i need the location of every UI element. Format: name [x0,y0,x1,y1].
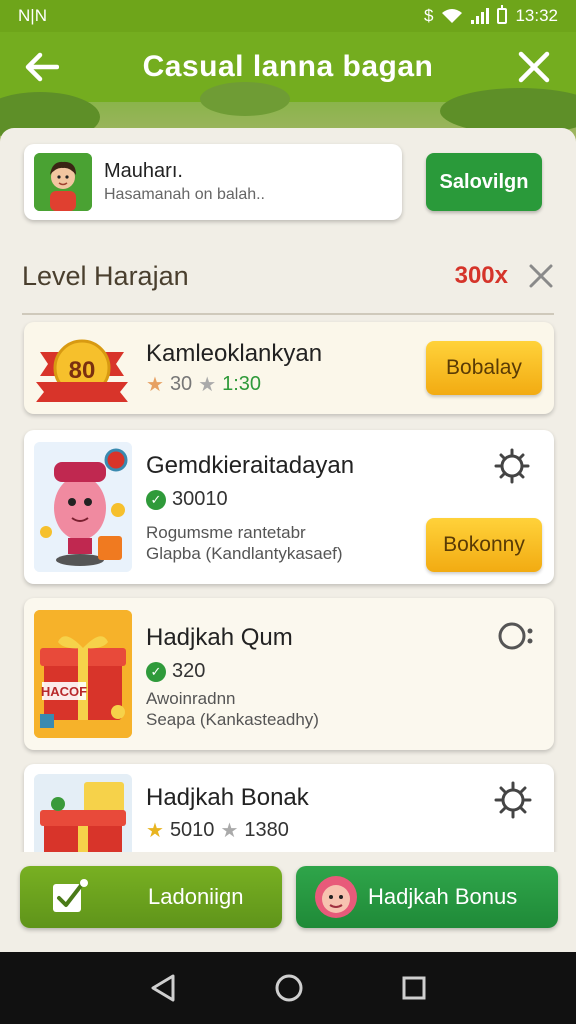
nav-back-icon[interactable] [149,973,177,1003]
section-title: Level Harajan [22,260,189,291]
check-circle-icon: ✓ [146,661,166,682]
level-action-button[interactable]: Bokonny [426,518,542,572]
star-icon: ★ [198,374,217,396]
main-panel: Mauharı. Hasamanah on balah.. Salovilgn … [0,128,576,952]
nav-home-icon[interactable] [274,973,304,1003]
status-bar: N|N $ 13:32 [0,0,576,32]
section-count: 300x [454,262,508,289]
arrow-left-icon [25,52,59,82]
star-icon: ★ [146,374,164,396]
divider [22,313,554,315]
level-card-2[interactable]: Gemdkieraitadayan ✓ 30010 Rogumsme rante… [24,430,554,584]
level-description: Rogumsme rantetabr Glapba (Kandlantykasa… [146,523,343,563]
close-icon[interactable] [528,263,554,289]
level-stats: ★ 5010 ★ 1380 [146,819,289,842]
battery-icon [497,5,508,24]
level-stats: ✓ 320 [146,660,205,683]
hadjkah-bonus-button[interactable]: Hadjkah Bonus [296,866,558,928]
level-stats: ★ 30 ★ 1:30 [146,373,262,396]
page-title: Casual lanna bagan [142,50,434,83]
star-icon: ★ [220,820,239,842]
close-button[interactable] [510,43,558,91]
level-title: Hadjkah Qum [146,624,293,651]
check-circle-icon: ✓ [146,489,166,510]
level-stats: ✓ 30010 [146,488,228,511]
gift-box-thumbnail: HACOF [34,610,132,738]
profile-card[interactable]: Mauharı. Hasamanah on balah.. [24,144,402,220]
svg-text:HACOF: HACOF [41,684,87,699]
level-badge-icon: 80 [36,330,128,406]
profile-name: Mauharı. [104,160,183,182]
level-action-button[interactable]: Bobalay [426,341,542,395]
carrier-text: N|N [18,6,47,25]
profile-subtitle: Hasamanah on balah.. [104,186,265,203]
bottom-action-bar: Ladoniign Hadjkah Bonus [0,852,576,952]
settings-icon[interactable] [496,618,536,659]
star-icon: ★ [146,820,164,842]
close-icon [518,51,550,83]
level-title: Hadjkah Bonak [146,784,309,811]
nav-recents-icon[interactable] [401,975,427,1001]
avatar [34,153,92,211]
left-action-button[interactable]: Ladoniign [20,866,282,928]
system-nav-bar [0,952,576,1024]
level-card-1[interactable]: 80 Kamleoklankyan ★ 30 ★ 1:30 Bobalay [24,322,554,414]
level-title: Gemdkieraitadayan [146,452,355,479]
level-card-3[interactable]: HACOF Hadjkah Qum ✓ 320 Awoinradnn Seapa… [24,598,554,750]
clock: 13:32 [515,6,558,25]
settings-icon[interactable] [492,780,534,825]
section-header: Level Harajan 300x [22,254,554,298]
back-button[interactable] [18,43,66,91]
svg-text:80: 80 [69,357,96,384]
status-icons: $ 13:32 [423,5,558,26]
signal-icon [471,8,490,24]
character-thumbnail [34,442,132,572]
mascot-avatar-icon [315,876,357,918]
wifi-icon [442,9,463,23]
edit-checkbox-icon [53,879,88,912]
bonus-label: Hadjkah Bonus [368,884,518,909]
profile-action-button[interactable]: Salovilgn [426,153,542,211]
settings-icon[interactable] [494,448,534,489]
level-title: Kamleoklankyan [146,340,323,367]
left-action-label: Ladoniign [148,884,244,909]
level-description: Awoinradnn Seapa (Kankasteadhy) [146,689,319,729]
dollar-icon: $ [423,6,434,25]
